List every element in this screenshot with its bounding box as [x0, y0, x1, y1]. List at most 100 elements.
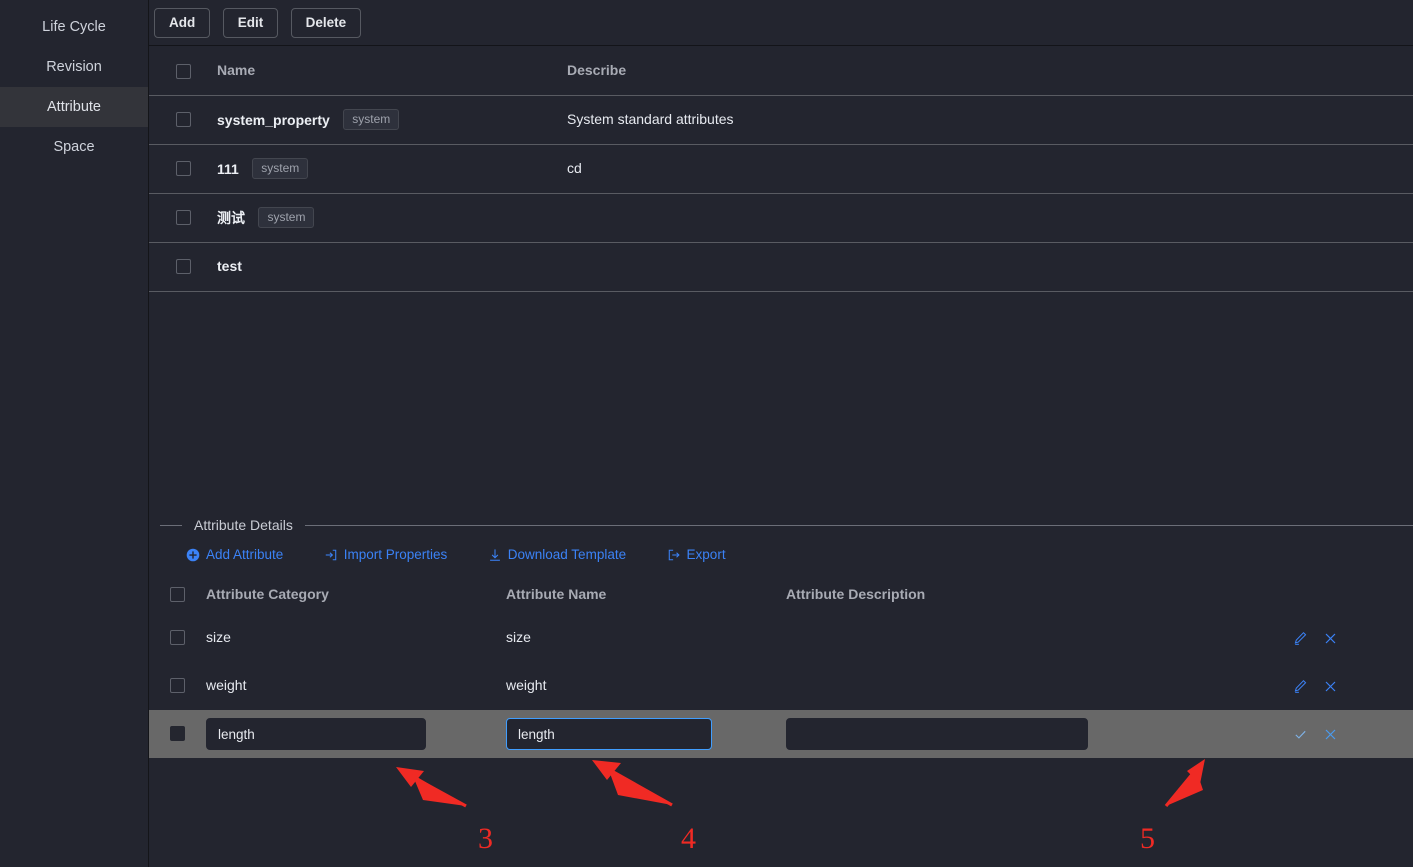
- editing-actions-cell: [1253, 710, 1413, 758]
- legend-rule: [304, 524, 1413, 526]
- attribute-category-input[interactable]: [206, 718, 426, 750]
- column-header-attribute-name: Attribute Name: [506, 586, 607, 602]
- system-tag: system: [343, 109, 400, 130]
- details-row-actions-cell: [1253, 662, 1413, 710]
- row-describe-text: cd: [567, 159, 582, 176]
- row-select-cell: [149, 242, 217, 292]
- sidebar-item-space[interactable]: Space: [0, 127, 148, 167]
- row-checkbox[interactable]: [175, 160, 191, 176]
- column-header-attribute-category: Attribute Category: [206, 586, 329, 602]
- details-row-actions-cell: [1253, 614, 1413, 662]
- details-row-checkbox[interactable]: [170, 630, 185, 646]
- row-checkbox[interactable]: [175, 111, 191, 127]
- editing-category-cell: [206, 710, 506, 758]
- table-row[interactable]: system_property system System standard a…: [149, 95, 1413, 145]
- details-row-checkbox[interactable]: [170, 726, 185, 742]
- main-content: Add Edit Delete Name Describe system_pro…: [149, 0, 1413, 867]
- row-describe-text: System standard attributes: [567, 110, 734, 127]
- row-name-text: 测试: [217, 209, 245, 226]
- details-editing-row[interactable]: [149, 710, 1413, 758]
- attribute-details-table: Attribute Category Attribute Name Attrib…: [149, 574, 1413, 758]
- add-attribute-link[interactable]: Add Attribute: [186, 547, 283, 562]
- edit-button[interactable]: Edit: [222, 8, 279, 38]
- link-label: Import Properties: [343, 547, 448, 562]
- editing-description-cell: [786, 710, 1253, 758]
- system-tag: system: [258, 207, 315, 228]
- details-row-select-cell: [149, 662, 206, 710]
- cancel-close-icon[interactable]: [1323, 727, 1338, 742]
- download-icon: [488, 548, 508, 562]
- sidebar-item-attribute[interactable]: Attribute: [0, 87, 148, 127]
- export-link[interactable]: Export: [667, 547, 726, 562]
- import-icon: [324, 548, 344, 562]
- details-row-category-text: size: [206, 629, 231, 645]
- system-tag: system: [252, 158, 309, 179]
- details-select-all-checkbox[interactable]: [170, 587, 185, 603]
- sidebar: Life Cycle Revision Attribute Space: [0, 0, 149, 867]
- row-describe-cell: cd: [567, 144, 1413, 194]
- row-checkbox[interactable]: [175, 209, 191, 225]
- table-row[interactable]: test: [149, 242, 1413, 292]
- legend-dash: [160, 524, 182, 526]
- confirm-check-icon[interactable]: [1293, 727, 1308, 742]
- attribute-table: Name Describe system_property system Sys…: [149, 46, 1413, 292]
- details-row-name-text: size: [506, 629, 531, 645]
- details-row-description-cell: [786, 614, 1253, 662]
- column-header-actions: [1253, 574, 1413, 614]
- edit-pencil-icon[interactable]: [1293, 631, 1308, 646]
- row-name-cell: system_property system: [217, 95, 567, 145]
- row-describe-cell: System standard attributes: [567, 95, 1413, 145]
- add-button[interactable]: Add: [154, 8, 211, 38]
- details-link-toolbar: Add Attribute Import Properties Download…: [149, 540, 1413, 574]
- column-header-describe: Describe: [567, 46, 1413, 96]
- details-row-checkbox[interactable]: [170, 678, 185, 694]
- action-toolbar: Add Edit Delete: [149, 0, 1413, 46]
- row-describe-cell: [567, 193, 1413, 243]
- delete-close-icon[interactable]: [1323, 679, 1338, 694]
- row-select-cell: [149, 95, 217, 145]
- details-row-name-cell: size: [506, 614, 786, 662]
- sidebar-item-revision[interactable]: Revision: [0, 47, 148, 87]
- row-name-cell: 111 system: [217, 144, 567, 194]
- table-header-row: Name Describe: [149, 46, 1413, 96]
- row-name-text: test: [217, 258, 242, 275]
- delete-close-icon[interactable]: [1323, 631, 1338, 646]
- table-row[interactable]: 测试 system: [149, 193, 1413, 243]
- details-row-name-cell: weight: [506, 662, 786, 710]
- row-name-text: system_property: [217, 111, 330, 128]
- row-select-cell: [149, 144, 217, 194]
- editing-name-cell: [506, 710, 786, 758]
- table-row[interactable]: 111 system cd: [149, 144, 1413, 194]
- row-describe-cell: [567, 242, 1413, 292]
- delete-button[interactable]: Delete: [290, 8, 362, 38]
- details-header-row: Attribute Category Attribute Name Attrib…: [149, 574, 1413, 614]
- details-table-row[interactable]: size size: [149, 614, 1413, 662]
- row-select-cell: [149, 193, 217, 243]
- details-row-name-text: weight: [506, 677, 547, 693]
- column-header-name: Name: [217, 46, 567, 96]
- details-row-category-cell: size: [206, 614, 506, 662]
- attribute-description-input[interactable]: [786, 718, 1088, 750]
- sidebar-item-label: Life Cycle: [42, 19, 106, 35]
- row-name-cell: test: [217, 242, 567, 292]
- attribute-name-input[interactable]: [506, 718, 712, 750]
- link-label: Export: [686, 547, 726, 562]
- edit-pencil-icon[interactable]: [1293, 679, 1308, 694]
- attribute-details-legend: Attribute Details: [149, 510, 1413, 540]
- download-template-link[interactable]: Download Template: [488, 547, 626, 562]
- details-table-row[interactable]: weight weight: [149, 662, 1413, 710]
- import-properties-link[interactable]: Import Properties: [324, 547, 448, 562]
- link-label: Add Attribute: [206, 547, 284, 562]
- details-row-category-text: weight: [206, 677, 247, 693]
- sidebar-item-label: Revision: [46, 59, 102, 75]
- row-checkbox[interactable]: [175, 258, 191, 274]
- sidebar-item-life-cycle[interactable]: Life Cycle: [0, 7, 148, 47]
- details-row-select-cell: [149, 614, 206, 662]
- legend-label: Attribute Details: [194, 517, 293, 533]
- sidebar-item-label: Space: [53, 139, 95, 155]
- select-all-checkbox[interactable]: [175, 63, 191, 79]
- row-name-cell: 测试 system: [217, 193, 567, 243]
- details-row-select-cell: [149, 710, 206, 758]
- attribute-details-panel: Attribute Details Add Attribute Import P…: [149, 510, 1413, 758]
- column-header-attribute-description: Attribute Description: [786, 586, 926, 602]
